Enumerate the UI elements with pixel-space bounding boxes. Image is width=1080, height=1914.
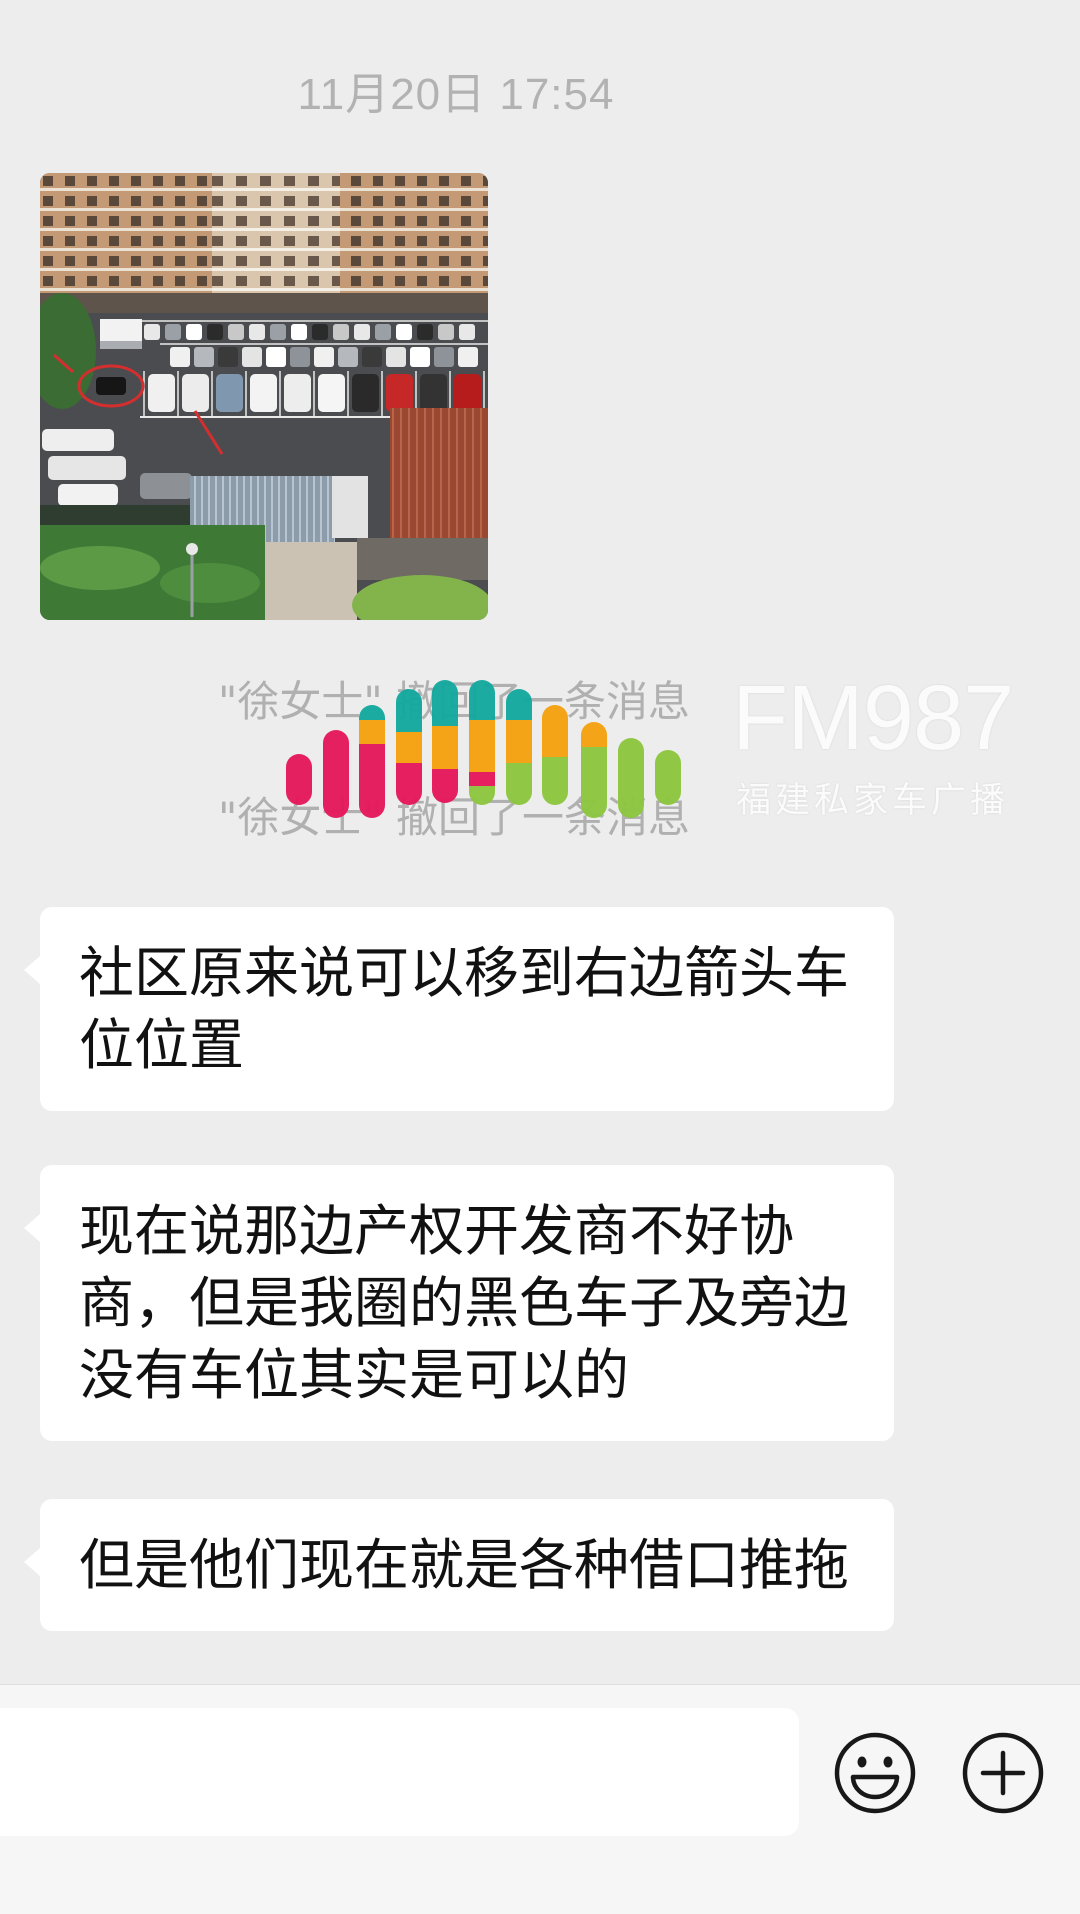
car bbox=[375, 324, 391, 340]
car bbox=[312, 324, 328, 340]
image-message[interactable] bbox=[40, 173, 488, 620]
car bbox=[314, 347, 334, 367]
car bbox=[284, 374, 311, 412]
car bbox=[386, 347, 406, 367]
lower-car bbox=[140, 473, 192, 499]
car bbox=[410, 347, 430, 367]
building-center bbox=[212, 173, 340, 313]
parking-lot-photo bbox=[40, 173, 488, 620]
building-ground-floor bbox=[40, 293, 488, 313]
building-left bbox=[40, 173, 212, 313]
car bbox=[144, 324, 160, 340]
message-text: 现在说那边产权开发商不好协商，但是我圈的黑色车子及旁边没有车位其实是可以的 bbox=[79, 1199, 850, 1407]
message-text: 但是他们现在就是各种借口推拖 bbox=[79, 1533, 850, 1597]
fence bbox=[40, 505, 190, 525]
lower-car bbox=[42, 429, 114, 451]
car bbox=[148, 374, 175, 412]
car bbox=[386, 374, 413, 412]
car bbox=[218, 347, 238, 367]
green-hedge-highlight bbox=[40, 546, 160, 590]
message-text: 社区原来说可以移到右边箭头车位位置 bbox=[79, 941, 850, 1077]
car bbox=[186, 324, 202, 340]
car bbox=[417, 324, 433, 340]
car bbox=[207, 324, 223, 340]
message-timestamp: 11月20日 17:54 bbox=[297, 70, 615, 119]
truck-cab bbox=[100, 341, 142, 349]
chat-input-bar bbox=[0, 1684, 1080, 1914]
car bbox=[266, 347, 286, 367]
message-input[interactable] bbox=[0, 1708, 799, 1836]
rusty-roof bbox=[390, 408, 488, 538]
car bbox=[291, 324, 307, 340]
car bbox=[420, 374, 447, 412]
building-right bbox=[340, 173, 488, 313]
white-structure bbox=[332, 476, 368, 538]
car bbox=[352, 374, 379, 412]
car bbox=[318, 374, 345, 412]
lamp-head bbox=[186, 543, 198, 555]
courtyard-ground bbox=[357, 538, 488, 580]
car bbox=[270, 324, 286, 340]
car bbox=[459, 324, 475, 340]
emoji-button[interactable] bbox=[832, 1730, 918, 1816]
watermark-brand: FM987 bbox=[732, 667, 1014, 769]
circled-black-car bbox=[96, 377, 126, 395]
car bbox=[396, 324, 412, 340]
car bbox=[290, 347, 310, 367]
emoji-icon bbox=[834, 1732, 916, 1814]
car bbox=[438, 324, 454, 340]
watermark-subtitle: 福建私家车广播 bbox=[736, 781, 1010, 821]
car bbox=[333, 324, 349, 340]
plus-icon bbox=[962, 1732, 1044, 1814]
car bbox=[434, 347, 454, 367]
shrub-right bbox=[352, 575, 488, 620]
car bbox=[242, 347, 262, 367]
lower-car bbox=[58, 484, 118, 506]
car bbox=[216, 374, 243, 412]
car bbox=[170, 347, 190, 367]
car bbox=[182, 374, 209, 412]
car bbox=[458, 347, 478, 367]
message-bubble[interactable]: 社区原来说可以移到右边箭头车位位置 bbox=[24, 907, 894, 1111]
green-hedge-highlight bbox=[160, 563, 260, 603]
car bbox=[454, 374, 481, 412]
car bbox=[250, 374, 277, 412]
car bbox=[194, 347, 214, 367]
car bbox=[165, 324, 181, 340]
paved-path bbox=[265, 542, 357, 620]
message-bubble[interactable]: 现在说那边产权开发商不好协商，但是我圈的黑色车子及旁边没有车位其实是可以的 bbox=[24, 1165, 894, 1441]
car bbox=[249, 324, 265, 340]
car bbox=[228, 324, 244, 340]
car bbox=[362, 347, 382, 367]
car bbox=[338, 347, 358, 367]
car bbox=[354, 324, 370, 340]
more-button[interactable] bbox=[960, 1730, 1046, 1816]
message-bubble[interactable]: 但是他们现在就是各种借口推拖 bbox=[24, 1499, 894, 1631]
lower-car bbox=[48, 456, 126, 480]
